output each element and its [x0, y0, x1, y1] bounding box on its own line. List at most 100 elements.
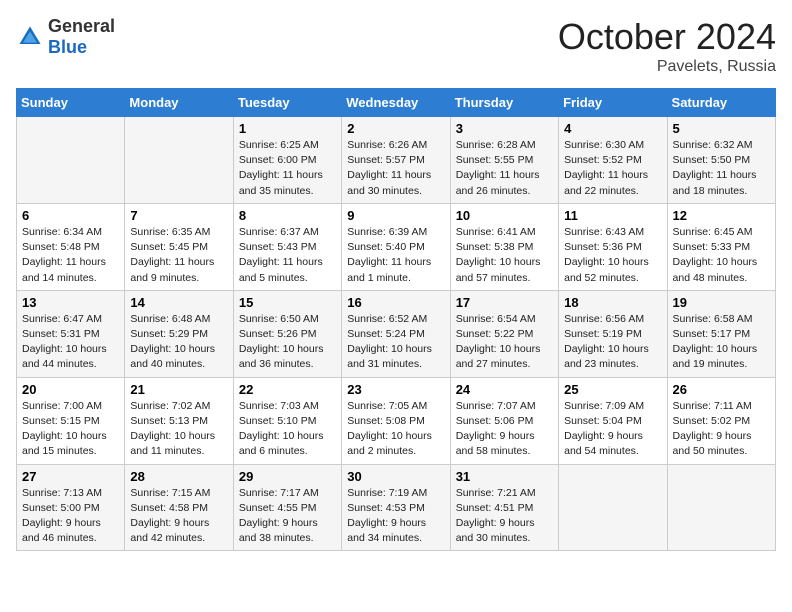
calendar-cell: 5 Sunrise: 6:32 AMSunset: 5:50 PMDaylight… [667, 117, 775, 204]
day-number: 28 [130, 469, 227, 484]
day-info: Sunrise: 7:21 AMSunset: 4:51 PMDaylight:… [456, 486, 553, 547]
calendar-cell: 18Sunrise: 6:56 AMSunset: 5:19 PMDayligh… [559, 290, 667, 377]
calendar-cell [559, 464, 667, 551]
weekday-header-cell: Monday [125, 89, 233, 117]
day-number: 24 [456, 382, 553, 397]
day-number: 25 [564, 382, 661, 397]
calendar-cell: 10 Sunrise: 6:41 AMSunset: 5:38 PMDayligh… [450, 203, 558, 290]
day-number: 12 [673, 208, 770, 223]
calendar-cell: 26 Sunrise: 7:11 AMSunset: 5:02 PMDayligh… [667, 377, 775, 464]
day-info: Sunrise: 6:52 AMSunset: 5:24 PMDaylight:… [347, 312, 444, 373]
day-number: 23 [347, 382, 444, 397]
calendar-cell: 30 Sunrise: 7:19 AMSunset: 4:53 PMDayligh… [342, 464, 450, 551]
calendar-cell: 31 Sunrise: 7:21 AMSunset: 4:51 PMDayligh… [450, 464, 558, 551]
day-number: 20 [22, 382, 119, 397]
calendar-cell: 15 Sunrise: 6:50 AMSunset: 5:26 PMDayligh… [233, 290, 341, 377]
day-info: Sunrise: 6:48 AMSunset: 5:29 PMDaylight:… [130, 312, 227, 373]
calendar-week-row: 1 Sunrise: 6:25 AMSunset: 6:00 PMDaylight… [17, 117, 776, 204]
day-info: Sunrise: 7:17 AMSunset: 4:55 PMDaylight:… [239, 486, 336, 547]
day-info: Sunrise: 6:39 AMSunset: 5:40 PMDaylight:… [347, 225, 444, 286]
day-info: Sunrise: 7:03 AMSunset: 5:10 PMDaylight:… [239, 399, 336, 460]
calendar-cell: 1 Sunrise: 6:25 AMSunset: 6:00 PMDaylight… [233, 117, 341, 204]
calendar-cell: 3 Sunrise: 6:28 AMSunset: 5:55 PMDaylight… [450, 117, 558, 204]
day-number: 5 [673, 121, 770, 136]
day-number: 15 [239, 295, 336, 310]
location-title: Pavelets, Russia [558, 58, 776, 76]
weekday-header-cell: Friday [559, 89, 667, 117]
day-number: 19 [673, 295, 770, 310]
day-info: Sunrise: 6:43 AMSunset: 5:36 PMDaylight:… [564, 225, 661, 286]
day-number: 17 [456, 295, 553, 310]
day-number: 16 [347, 295, 444, 310]
day-info: Sunrise: 6:54 AMSunset: 5:22 PMDaylight:… [456, 312, 553, 373]
calendar-cell: 7 Sunrise: 6:35 AMSunset: 5:45 PMDaylight… [125, 203, 233, 290]
day-number: 13 [22, 295, 119, 310]
day-number: 14 [130, 295, 227, 310]
calendar-body: 1 Sunrise: 6:25 AMSunset: 6:00 PMDaylight… [17, 117, 776, 551]
logo-general: General [48, 16, 115, 36]
day-number: 26 [673, 382, 770, 397]
day-number: 30 [347, 469, 444, 484]
day-info: Sunrise: 6:50 AMSunset: 5:26 PMDaylight:… [239, 312, 336, 373]
day-info: Sunrise: 6:30 AMSunset: 5:52 PMDaylight:… [564, 138, 661, 199]
day-info: Sunrise: 7:00 AMSunset: 5:15 PMDaylight:… [22, 399, 119, 460]
day-info: Sunrise: 6:35 AMSunset: 5:45 PMDaylight:… [130, 225, 227, 286]
day-info: Sunrise: 7:09 AMSunset: 5:04 PMDaylight:… [564, 399, 661, 460]
calendar-cell: 27 Sunrise: 7:13 AMSunset: 5:00 PMDayligh… [17, 464, 125, 551]
day-info: Sunrise: 7:07 AMSunset: 5:06 PMDaylight:… [456, 399, 553, 460]
calendar-cell: 20 Sunrise: 7:00 AMSunset: 5:15 PMDayligh… [17, 377, 125, 464]
day-info: Sunrise: 7:05 AMSunset: 5:08 PMDaylight:… [347, 399, 444, 460]
calendar-cell: 23 Sunrise: 7:05 AMSunset: 5:08 PMDayligh… [342, 377, 450, 464]
day-number: 11 [564, 208, 661, 223]
logo-blue: Blue [48, 37, 87, 57]
day-number: 27 [22, 469, 119, 484]
logo-icon [16, 23, 44, 51]
calendar-cell: 14 Sunrise: 6:48 AMSunset: 5:29 PMDayligh… [125, 290, 233, 377]
day-info: Sunrise: 6:28 AMSunset: 5:55 PMDaylight:… [456, 138, 553, 199]
day-number: 8 [239, 208, 336, 223]
calendar-cell [667, 464, 775, 551]
calendar-cell: 19 Sunrise: 6:58 AMSunset: 5:17 PMDayligh… [667, 290, 775, 377]
month-title: October 2024 [558, 16, 776, 58]
day-info: Sunrise: 6:41 AMSunset: 5:38 PMDaylight:… [456, 225, 553, 286]
calendar-cell: 2 Sunrise: 6:26 AMSunset: 5:57 PMDaylight… [342, 117, 450, 204]
day-info: Sunrise: 6:32 AMSunset: 5:50 PMDaylight:… [673, 138, 770, 199]
day-info: Sunrise: 7:11 AMSunset: 5:02 PMDaylight:… [673, 399, 770, 460]
day-number: 18 [564, 295, 661, 310]
day-number: 1 [239, 121, 336, 136]
day-number: 10 [456, 208, 553, 223]
calendar-cell: 6 Sunrise: 6:34 AMSunset: 5:48 PMDaylight… [17, 203, 125, 290]
calendar-cell [17, 117, 125, 204]
calendar-cell: 12Sunrise: 6:45 AMSunset: 5:33 PMDayligh… [667, 203, 775, 290]
day-info: Sunrise: 7:13 AMSunset: 5:00 PMDaylight:… [22, 486, 119, 547]
weekday-header-cell: Wednesday [342, 89, 450, 117]
header: General Blue October 2024 Pavelets, Russ… [16, 16, 776, 76]
calendar-cell: 9Sunrise: 6:39 AMSunset: 5:40 PMDaylight… [342, 203, 450, 290]
day-info: Sunrise: 6:34 AMSunset: 5:48 PMDaylight:… [22, 225, 119, 286]
calendar-cell: 11 Sunrise: 6:43 AMSunset: 5:36 PMDayligh… [559, 203, 667, 290]
calendar-table: SundayMondayTuesdayWednesdayThursdayFrid… [16, 88, 776, 551]
calendar-week-row: 27 Sunrise: 7:13 AMSunset: 5:00 PMDayligh… [17, 464, 776, 551]
day-info: Sunrise: 7:19 AMSunset: 4:53 PMDaylight:… [347, 486, 444, 547]
day-info: Sunrise: 6:25 AMSunset: 6:00 PMDaylight:… [239, 138, 336, 199]
calendar-cell: 17 Sunrise: 6:54 AMSunset: 5:22 PMDayligh… [450, 290, 558, 377]
calendar-cell: 21Sunrise: 7:02 AMSunset: 5:13 PMDayligh… [125, 377, 233, 464]
day-info: Sunrise: 6:47 AMSunset: 5:31 PMDaylight:… [22, 312, 119, 373]
day-info: Sunrise: 6:58 AMSunset: 5:17 PMDaylight:… [673, 312, 770, 373]
weekday-header-cell: Thursday [450, 89, 558, 117]
day-number: 7 [130, 208, 227, 223]
title-area: October 2024 Pavelets, Russia [558, 16, 776, 76]
day-number: 3 [456, 121, 553, 136]
calendar-cell: 22Sunrise: 7:03 AMSunset: 5:10 PMDayligh… [233, 377, 341, 464]
weekday-header-row: SundayMondayTuesdayWednesdayThursdayFrid… [17, 89, 776, 117]
day-info: Sunrise: 6:37 AMSunset: 5:43 PMDaylight:… [239, 225, 336, 286]
logo-text: General Blue [48, 16, 115, 58]
calendar-week-row: 13 Sunrise: 6:47 AMSunset: 5:31 PMDayligh… [17, 290, 776, 377]
day-number: 31 [456, 469, 553, 484]
calendar-cell: 29Sunrise: 7:17 AMSunset: 4:55 PMDayligh… [233, 464, 341, 551]
day-number: 6 [22, 208, 119, 223]
day-number: 21 [130, 382, 227, 397]
day-number: 2 [347, 121, 444, 136]
logo: General Blue [16, 16, 115, 58]
day-info: Sunrise: 6:26 AMSunset: 5:57 PMDaylight:… [347, 138, 444, 199]
